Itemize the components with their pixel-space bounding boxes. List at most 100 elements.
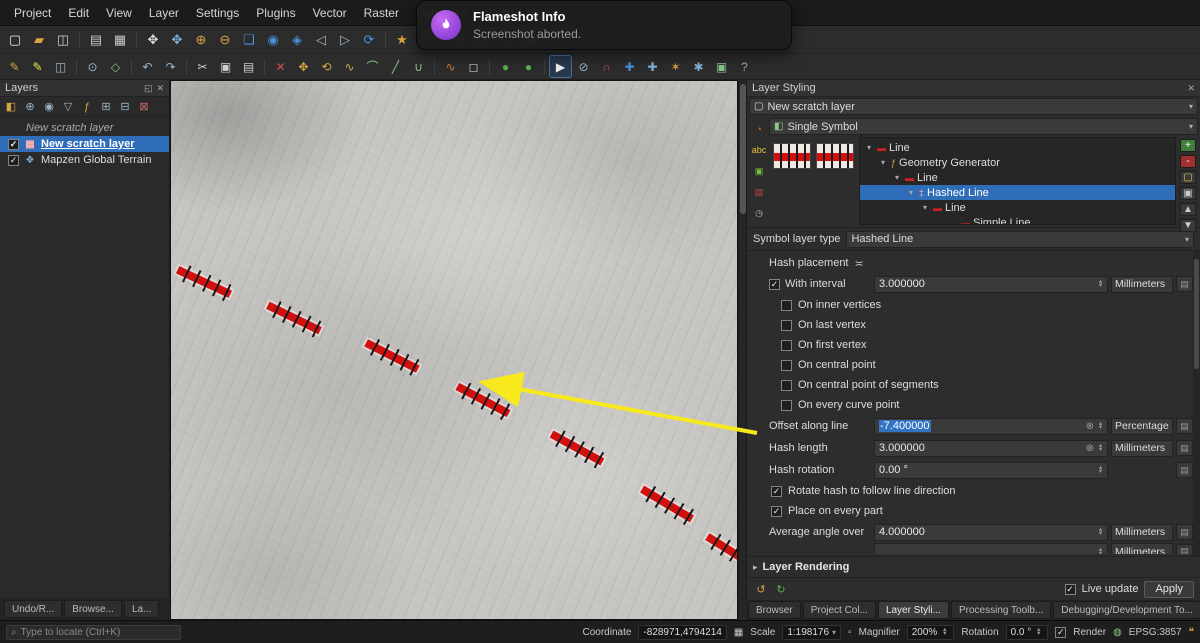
hash-rotation-input[interactable]: 0.00 ° [874,461,1108,479]
clear-value-icon[interactable] [1086,421,1094,432]
expander-icon[interactable]: ▾ [906,188,916,197]
add-ring-icon[interactable]: ✚ [642,56,663,77]
expander-icon[interactable]: ▾ [920,203,930,212]
render-checkbox[interactable] [1055,626,1067,638]
spinner-buttons[interactable] [1096,280,1105,288]
data-defined-override-button[interactable] [1176,462,1193,478]
messages-icon[interactable]: ❝ [1189,627,1194,638]
zoom-out-icon[interactable]: ⊖ [214,29,236,51]
dock-tab[interactable]: Debugging/Development To... [1053,601,1200,619]
favorites-star-icon[interactable]: ✶ [665,56,686,77]
magnifier-spinner[interactable]: 200% [906,624,955,640]
delete-selected-icon[interactable]: ✕ [270,56,291,77]
open-project-icon[interactable]: ▰ [28,29,50,51]
styled-layer-combo[interactable]: ▢ New scratch layer [749,98,1198,115]
print-layout-icon[interactable]: ▤ [85,29,107,51]
annotation-icon[interactable]: ◻ [463,56,484,77]
separator[interactable] [76,58,77,75]
dock-tab[interactable]: La... [123,600,160,618]
extents-icon[interactable]: ▦ [734,627,743,638]
zoom-full-icon[interactable]: ❏ [238,29,260,51]
move-up-button[interactable]: ▲ [1180,203,1196,216]
filter-expression-icon[interactable]: ƒ [79,99,95,115]
map-vertical-scrollbar[interactable] [738,80,746,620]
rotation-spinner[interactable]: 0.0 ° [1005,624,1049,640]
select-tool-icon[interactable]: ▶ [549,55,572,78]
layer-tree-item[interactable]: ▦ New scratch layer [0,136,169,152]
snapping-magnet-icon[interactable]: ∩ [596,56,617,77]
spinner-buttons[interactable] [1096,528,1105,536]
mask-icon[interactable]: ▤ [751,185,768,199]
copy-features-icon[interactable]: ▣ [215,56,236,77]
symbol-tree-item[interactable]: ▾ ▬ Line [860,140,1175,155]
style-undo-icon[interactable]: ↺ [753,583,769,596]
placement-checkbox[interactable] [781,339,792,351]
map-canvas[interactable] [170,80,738,620]
interval-input[interactable]: 3.000000 [874,275,1108,293]
expander-icon[interactable]: ▾ [864,143,874,152]
clear-value-icon[interactable] [1086,443,1094,454]
collapse-all-icon[interactable]: ⊟ [117,99,133,115]
separator[interactable] [544,58,545,75]
separator[interactable] [434,58,435,75]
placement-checkbox[interactable] [781,399,792,411]
filter-legend-icon[interactable]: ▽ [60,99,76,115]
zoom-in-icon[interactable]: ⊕ [190,29,212,51]
move-feature-icon[interactable]: ✥ [293,56,314,77]
offset-along-line-input[interactable]: -7.400000 [874,417,1108,435]
flameshot-notification[interactable]: Flameshot Info Screenshot aborted. [416,0,792,50]
layout-manager-icon[interactable]: ▦ [109,29,131,51]
add-part-icon[interactable]: ✚ [619,56,640,77]
new-project-icon[interactable]: ▢ [4,29,26,51]
layer-rendering-section[interactable]: ▸ Layer Rendering [747,556,1200,577]
remove-layer-icon[interactable]: ⊠ [136,99,152,115]
spinner-buttons[interactable] [1096,444,1105,452]
separator[interactable] [385,31,386,48]
check-geometries-icon[interactable]: ● [495,56,516,77]
close-panel-icon[interactable]: ✕ [1187,83,1195,94]
offset-curve-icon[interactable]: ∿ [339,56,360,77]
add-feature-icon[interactable]: ◇ [105,56,126,77]
locate-search-input[interactable]: ⌕ Type to locate (Ctrl+K) [6,624,181,640]
zoom-to-layer-icon[interactable]: ◈ [286,29,308,51]
place-every-part-checkbox[interactable] [771,505,782,517]
scale-lock-icon[interactable]: ▫ [848,627,852,638]
redo-icon[interactable]: ↷ [160,56,181,77]
interval-unit-combo[interactable]: Millimeters [1111,275,1173,293]
collapse-arrow-icon[interactable]: ▸ [753,562,758,573]
spinner-buttons[interactable] [1096,422,1105,430]
separator[interactable] [186,58,187,75]
placement-checkbox[interactable] [781,359,792,371]
undo-icon[interactable]: ↶ [137,56,158,77]
layer-tree-item[interactable]: New scratch layer [0,120,169,136]
zoom-last-icon[interactable]: ◁ [310,29,332,51]
expander-icon[interactable]: ▾ [878,158,888,167]
scrollbar-thumb[interactable] [1194,259,1199,369]
data-defined-override-button[interactable] [1176,418,1193,434]
dock-tab[interactable]: Layer Styli... [877,601,949,619]
manage-map-themes-icon[interactable]: ◉ [41,99,57,115]
placement-checkbox[interactable] [781,379,792,391]
history-icon[interactable]: ◷ [751,206,768,220]
add-group-icon[interactable]: ⊕ [22,99,38,115]
menu-item[interactable]: Settings [188,3,247,23]
3d-view-icon[interactable]: ▣ [751,164,768,178]
rotate-follow-checkbox[interactable] [771,485,782,497]
dock-tab[interactable]: Processing Toolb... [950,601,1052,619]
separator[interactable] [79,31,80,48]
rotate-feature-icon[interactable]: ⟲ [316,56,337,77]
with-interval-checkbox[interactable] [769,278,780,290]
symbol-tree-item[interactable]: ▾ ‡ Hashed Line [860,185,1175,200]
geometry-generator-icon[interactable]: ∿ [440,56,461,77]
layer-visibility-checkbox[interactable] [8,138,19,150]
layer-visibility-checkbox[interactable] [8,154,19,166]
menu-item[interactable]: Layer [141,3,187,23]
zoom-to-selection-icon[interactable]: ◉ [262,29,284,51]
data-defined-override-button[interactable] [1176,276,1193,292]
expand-all-icon[interactable]: ⊞ [98,99,114,115]
merge-features-icon[interactable]: ∪ [408,56,429,77]
labels-icon[interactable]: abc [751,143,768,157]
map-refresh-icon[interactable]: ⟳ [358,29,380,51]
map-tips-icon[interactable]: ▣ [711,56,732,77]
panel-scrollbar[interactable] [1193,251,1200,556]
